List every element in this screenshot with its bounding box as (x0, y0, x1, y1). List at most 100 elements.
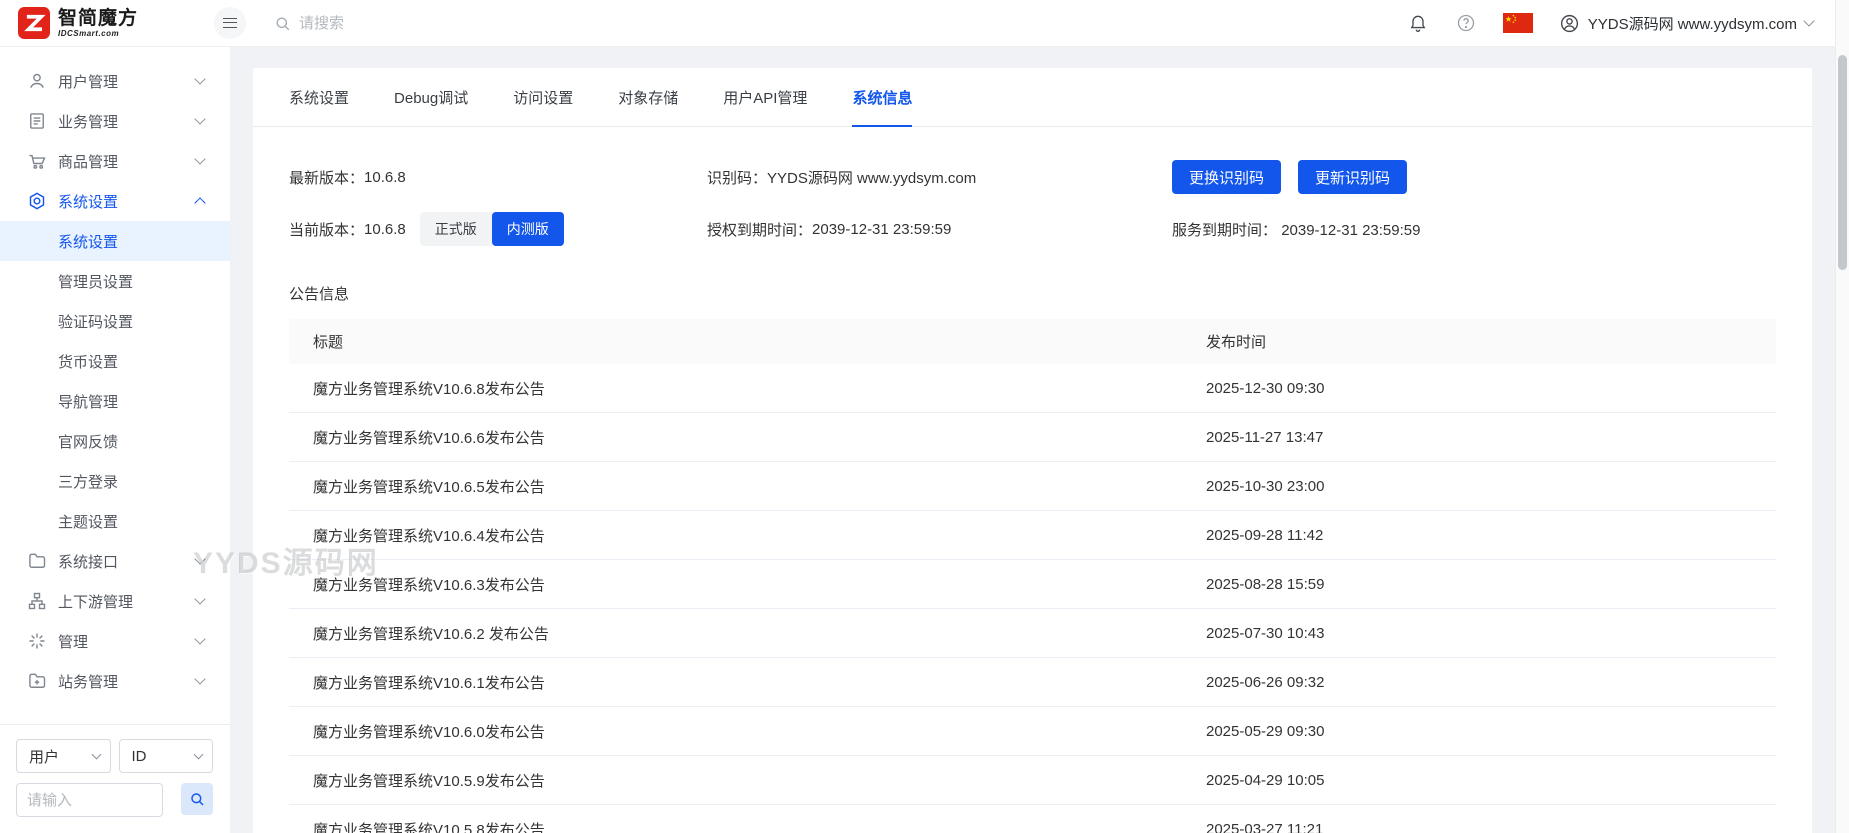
current-version: 当前版本： 10.6.8 正式版 内测版 (289, 212, 707, 246)
sidebar-item[interactable]: 系统接口 (0, 541, 230, 581)
sidebar-item[interactable]: 验证码设置 (0, 301, 230, 341)
content-card: 系统设置 Debug调试 访问设置 对象存储 用户API管理 系统信息 最新版本： 10.… (253, 68, 1812, 833)
latest-version: 最新版本： 10.6.8 (289, 167, 707, 188)
announcement-title: 魔方业务管理系统V10.6.3发布公告 (313, 576, 545, 594)
chevron-down-icon (194, 73, 206, 85)
language-flag-icon[interactable] (1502, 13, 1533, 33)
app-window: 智简魔方 IDCSmart.com 请搜索 YYDS源码网 www.yydsym… (0, 0, 1849, 833)
sidebar-item[interactable]: 商品管理 (0, 141, 230, 181)
auth-expire-label: 授权到期时间： (707, 221, 813, 239)
chevron-down-icon (194, 153, 206, 165)
tab-1[interactable]: 系统设置 (289, 68, 349, 126)
announcement-title: 魔方业务管理系统V10.6.0发布公告 (313, 723, 545, 741)
sidebar-item-label: 货币设置 (58, 353, 119, 371)
tabbar: 系统设置 Debug调试 访问设置 对象存储 用户API管理 系统信息 (253, 68, 1812, 127)
search-icon (276, 16, 290, 30)
announcement-date: 2025-11-27 13:47 (1206, 428, 1324, 446)
sidebar-item[interactable]: 用户管理 (0, 61, 230, 101)
folder-icon (27, 551, 47, 571)
chevron-down-icon (194, 673, 206, 685)
tab-6[interactable]: 系统信息 (852, 68, 913, 127)
sidebar-item-label: 上下游管理 (58, 593, 134, 611)
sidebar-item[interactable]: 官网反馈 (0, 421, 230, 461)
sidebar-item-label: 站务管理 (58, 673, 119, 691)
channel-option[interactable]: 内测版 (491, 212, 564, 246)
announcement-row[interactable]: 魔方业务管理系统V10.6.2 发布公告 2025-07-30 10:43 (289, 609, 1776, 658)
filter-search-button[interactable] (181, 783, 213, 815)
chevron-down-icon (194, 113, 206, 125)
sidebar-item[interactable]: 货币设置 (0, 341, 230, 381)
announcement-row[interactable]: 魔方业务管理系统V10.6.4发布公告 2025-09-28 11:42 (289, 511, 1776, 560)
sidebar-item-label: 用户管理 (58, 73, 119, 91)
announcement-row[interactable]: 魔方业务管理系统V10.6.5发布公告 2025-10-30 23:00 (289, 462, 1776, 511)
sidebar-item[interactable]: 三方登录 (0, 461, 230, 501)
notification-bell-icon[interactable] (1407, 12, 1429, 34)
announcement-title: 魔方业务管理系统V10.5.9发布公告 (313, 772, 545, 790)
sidebar-item[interactable]: 业务管理 (0, 101, 230, 141)
filter-type-select[interactable]: 用户 (16, 739, 111, 773)
announcement-title: 魔方业务管理系统V10.6.6发布公告 (313, 429, 545, 447)
search-input[interactable] (299, 14, 499, 32)
sidebar-item[interactable]: 管理员设置 (0, 261, 230, 301)
sidebar-item-label: 主题设置 (58, 513, 119, 531)
chevron-up-icon (194, 197, 206, 209)
sidebar-item[interactable]: 站务管理 (0, 661, 230, 701)
filter-field-select[interactable]: ID (118, 739, 213, 773)
announcements-title: 公告信息 (289, 286, 350, 303)
help-icon[interactable] (1455, 12, 1477, 34)
sidebar-item-label: 商品管理 (58, 153, 119, 171)
tab-4[interactable]: 对象存储 (618, 68, 678, 126)
update-id-code-button[interactable]: 更新识别码 (1298, 160, 1408, 194)
latest-version-label: 最新版本： (289, 169, 365, 187)
filter-keyword-input[interactable] (16, 783, 163, 817)
chevron-down-icon (1803, 15, 1815, 27)
logo-subtitle: IDCSmart.com (58, 28, 120, 38)
account-menu[interactable]: YYDS源码网 www.yydsym.com (1559, 13, 1815, 34)
tab-3[interactable]: 访问设置 (513, 68, 573, 126)
scrollbar-thumb[interactable] (1838, 55, 1847, 270)
announcement-row[interactable]: 魔方业务管理系统V10.6.8发布公告 2025-12-30 09:30 (289, 364, 1776, 413)
logo-icon (18, 7, 50, 39)
table-body: 魔方业务管理系统V10.6.8发布公告 2025-12-30 09:30 魔方业务… (289, 364, 1776, 833)
sidebar-item-label: 系统设置 (58, 233, 119, 251)
logo[interactable]: 智简魔方 IDCSmart.com (0, 7, 210, 39)
announcement-row[interactable]: 魔方业务管理系统V10.5.9发布公告 2025-04-29 10:05 (289, 756, 1776, 805)
announcement-date: 2025-03-27 11:21 (1206, 820, 1324, 833)
announcement-row[interactable]: 魔方业务管理系统V10.6.0发布公告 2025-05-29 09:30 (289, 707, 1776, 756)
announcement-row[interactable]: 魔方业务管理系统V10.5.8发布公告 2025-03-27 11:21 (289, 805, 1776, 833)
announcement-row[interactable]: 魔方业务管理系统V10.6.3发布公告 2025-08-28 15:59 (289, 560, 1776, 609)
sidebar-item[interactable]: 系统设置 (0, 181, 230, 221)
announcement-row[interactable]: 魔方业务管理系统V10.6.1发布公告 2025-06-26 09:32 (289, 658, 1776, 707)
chevron-down-icon (194, 633, 206, 645)
tab-2[interactable]: Debug调试 (394, 68, 468, 126)
user-icon (27, 71, 47, 91)
sidebar-item[interactable]: 系统设置 (0, 221, 230, 261)
logo-title: 智简魔方 (58, 7, 139, 29)
search-icon (191, 793, 204, 806)
tab-5[interactable]: 用户API管理 (723, 68, 807, 126)
announcement-row[interactable]: 魔方业务管理系统V10.6.6发布公告 2025-11-27 13:47 (289, 413, 1776, 462)
service-expire: 服务到期时间： 2039-12-31 23:59:59 (1172, 219, 1420, 240)
menu-toggle-button[interactable] (214, 7, 246, 39)
channel-option[interactable]: 正式版 (420, 212, 492, 246)
logo-text: 智简魔方 IDCSmart.com (58, 9, 138, 38)
auth-expire: 授权到期时间： 2039-12-31 23:59:59 (707, 219, 1172, 240)
id-code: 识别码： YYDS源码网 www.yydsym.com (707, 167, 1172, 188)
main-area: 系统设置 Debug调试 访问设置 对象存储 用户API管理 系统信息 最新版本： 10.… (230, 47, 1835, 833)
sidebar-item[interactable]: 导航管理 (0, 381, 230, 421)
chevron-down-icon (91, 749, 101, 759)
sidebar-item-label: 系统接口 (58, 553, 119, 571)
sidebar-item[interactable]: 主题设置 (0, 501, 230, 541)
sidebar-item-label: 系统设置 (58, 193, 119, 211)
cart-icon (27, 151, 47, 171)
folder-plus-icon (27, 671, 47, 691)
announcement-title: 魔方业务管理系统V10.6.1发布公告 (313, 674, 545, 692)
vertical-scrollbar[interactable] (1835, 0, 1849, 833)
filter-field-value: ID (131, 747, 147, 765)
change-id-code-button[interactable]: 更换识别码 (1172, 160, 1282, 194)
sidebar-item[interactable]: 管理 (0, 621, 230, 661)
sidebar-nav: 用户管理 业务管理 商品管理 系统设置 系统设置 管理员设置 验证码设置 货币设置 导航管理 官网… (0, 47, 230, 701)
hierarchy-icon (27, 591, 47, 611)
header-search (274, 14, 499, 32)
sidebar-item[interactable]: 上下游管理 (0, 581, 230, 621)
